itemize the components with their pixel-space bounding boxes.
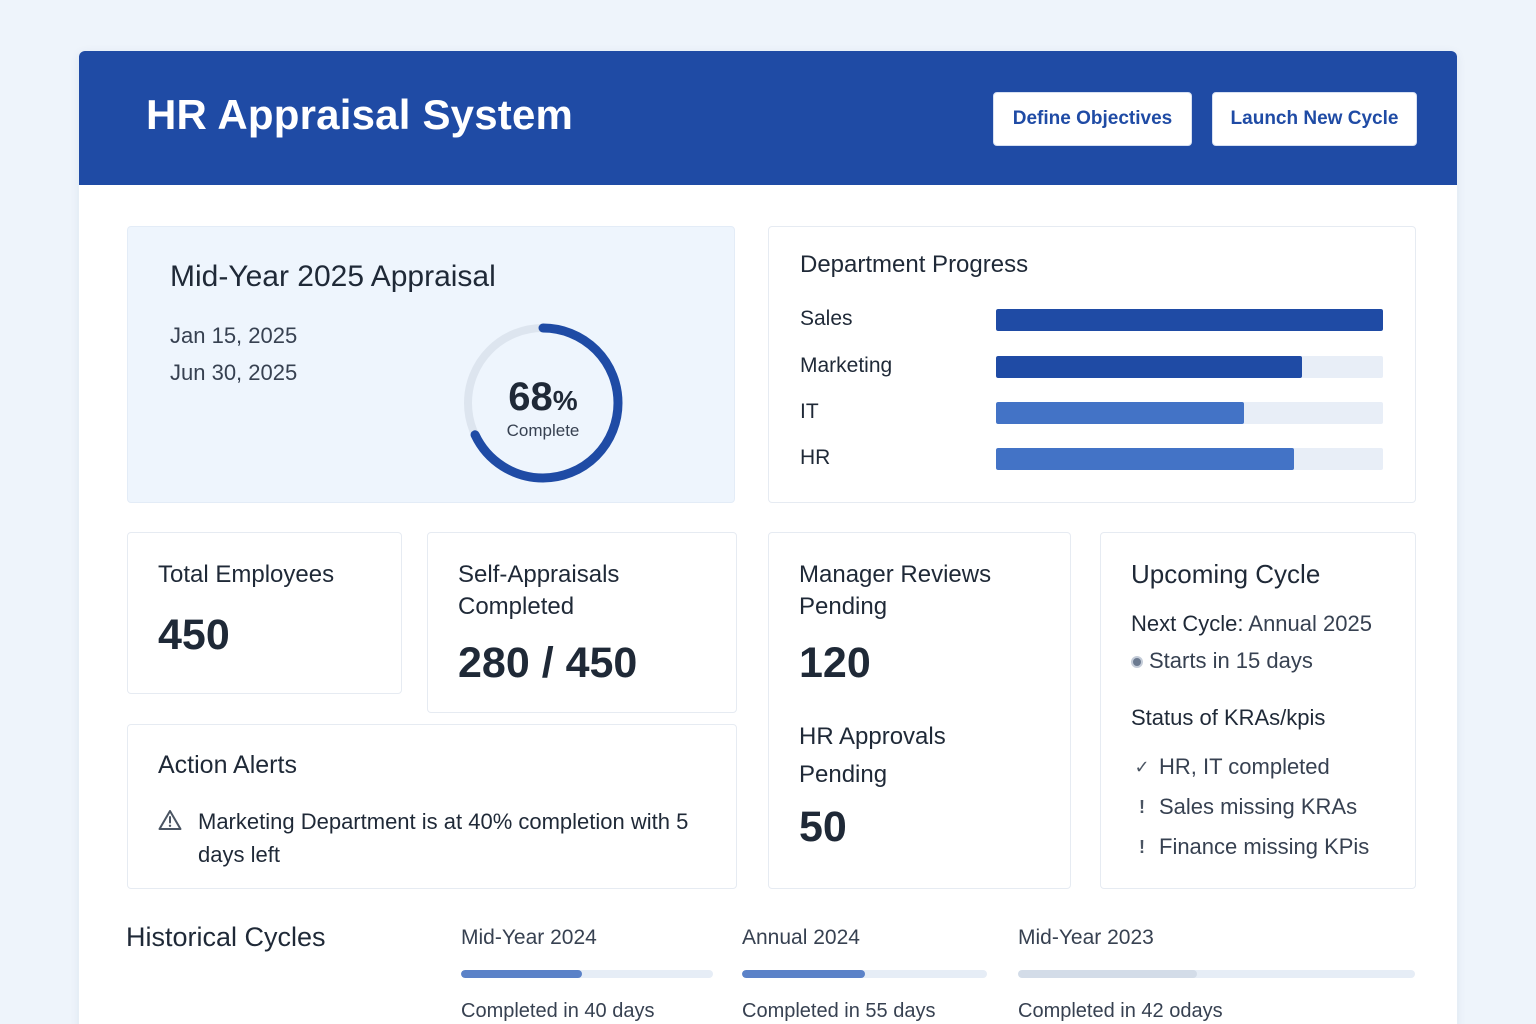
historical-cycle-note: Completed in 42 odays xyxy=(1018,1000,1223,1022)
starts-text: Starts in 15 days xyxy=(1149,648,1313,673)
launch-new-cycle-button[interactable]: Launch New Cycle xyxy=(1212,92,1417,146)
stat-label: Self-Appraisals Completed xyxy=(458,561,620,620)
dept-row-sales: Sales xyxy=(800,307,1390,331)
dept-row-it: IT xyxy=(800,400,1390,424)
historical-cycle[interactable]: Mid-Year 2024 Completed in 40 days xyxy=(461,926,713,1023)
historical-cycle[interactable]: Annual 2024 Completed in 55 days xyxy=(742,926,987,1023)
status-text: Finance missing KPis xyxy=(1159,834,1370,859)
check-icon: ✓ xyxy=(1134,756,1150,777)
department-progress-card: Department Progress Sales Marketing IT H… xyxy=(768,226,1416,503)
stat-label: Manager Reviews Pending xyxy=(799,561,992,620)
exclamation-icon: ! xyxy=(1139,796,1145,817)
dept-row-hr: HR xyxy=(800,446,1390,470)
action-alerts-card: Action Alerts Marketing Department is at… xyxy=(127,724,737,889)
dept-label: Sales xyxy=(800,307,853,330)
dept-progress-fill xyxy=(996,356,1302,378)
dept-label: Marketing xyxy=(800,354,893,377)
historical-progress-track xyxy=(461,970,713,978)
starts-line: Starts in 15 days xyxy=(1131,648,1313,674)
completion-percent: 68% xyxy=(459,375,627,420)
historical-cycle[interactable]: Mid-Year 2023 Completed in 42 odays xyxy=(1018,926,1415,1023)
historical-progress-fill xyxy=(742,970,865,978)
alert-message: Marketing Department is at 40% completio… xyxy=(198,809,689,867)
alerts-title: Action Alerts xyxy=(158,751,297,779)
status-dot-icon xyxy=(1131,656,1143,669)
completion-percent-symbol: % xyxy=(552,385,578,416)
completion-label: Complete xyxy=(506,421,580,440)
completion-percent-value: 68 xyxy=(508,375,553,419)
dept-progress-fill xyxy=(996,448,1294,470)
status-text: Sales missing KRAs xyxy=(1159,794,1358,819)
stat-label: Total Employees xyxy=(158,561,335,588)
dept-label: HR xyxy=(800,446,831,469)
dept-progress-track xyxy=(996,356,1383,378)
manager-reviews-card: Manager Reviews Pending 120 HR Approvals… xyxy=(768,532,1071,889)
status-item: ✓ HR, IT completed xyxy=(1131,754,1330,780)
dept-progress-track xyxy=(996,309,1383,331)
dept-progress-track xyxy=(996,402,1383,424)
cycle-start-date: Jan 15, 2025 xyxy=(170,323,298,348)
dept-progress-track xyxy=(996,448,1383,470)
historical-progress-track xyxy=(742,970,987,978)
historical-cycles-title: Historical Cycles xyxy=(126,922,326,952)
appraisal-app: HR Appraisal System Define Objectives La… xyxy=(79,51,1457,1024)
stat-value: 450 xyxy=(158,611,230,659)
status-item: ! Sales missing KRAs xyxy=(1131,794,1357,820)
self-appraisals-card: Self-Appraisals Completed 280 / 450 xyxy=(427,532,737,713)
stat-value: 280 / 450 xyxy=(458,639,638,687)
stat-label: HR Approvals Pending xyxy=(799,723,946,788)
kra-status-title: Status of KRAs/kpis xyxy=(1131,705,1326,730)
status-item: ! Finance missing KPis xyxy=(1131,834,1369,860)
dept-label: IT xyxy=(800,400,819,423)
upcoming-cycle-card: Upcoming Cycle Next Cycle: Annual 2025 S… xyxy=(1100,532,1416,889)
app-title: HR Appraisal System xyxy=(146,91,574,138)
cycle-title: Mid-Year 2025 Appraisal xyxy=(170,260,496,293)
define-objectives-button[interactable]: Define Objectives xyxy=(993,92,1192,146)
upcoming-title: Upcoming Cycle xyxy=(1131,559,1321,589)
dept-progress-fill xyxy=(996,309,1383,331)
exclamation-icon: ! xyxy=(1139,836,1145,857)
historical-cycle-name: Mid-Year 2024 xyxy=(461,926,597,949)
stat-value: 120 xyxy=(799,639,871,687)
dept-row-marketing: Marketing xyxy=(800,354,1390,378)
historical-progress-fill xyxy=(461,970,582,978)
current-cycle-card: Mid-Year 2025 Appraisal Jan 15, 2025 Jun… xyxy=(127,226,735,503)
historical-cycle-name: Mid-Year 2023 xyxy=(1018,926,1154,949)
total-employees-card: Total Employees 450 xyxy=(127,532,402,694)
next-cycle-key: Next Cycle: xyxy=(1131,611,1244,636)
cycle-end-date: Jun 30, 2025 xyxy=(170,360,298,385)
stat-value: 50 xyxy=(799,803,847,851)
dept-progress-fill xyxy=(996,402,1244,424)
historical-cycle-note: Completed in 55 days xyxy=(742,1000,936,1022)
next-cycle-line: Next Cycle: Annual 2025 xyxy=(1131,611,1372,637)
historical-cycle-name: Annual 2024 xyxy=(742,926,860,949)
app-header: HR Appraisal System Define Objectives La… xyxy=(79,51,1457,185)
warning-triangle-icon xyxy=(158,810,182,830)
status-text: HR, IT completed xyxy=(1159,754,1330,779)
historical-cycle-note: Completed in 40 days xyxy=(461,1000,655,1022)
next-cycle-value: Annual 2025 xyxy=(1248,611,1372,636)
historical-progress-track xyxy=(1018,970,1415,978)
department-progress-title: Department Progress xyxy=(800,251,1029,278)
historical-progress-fill xyxy=(1018,970,1197,978)
